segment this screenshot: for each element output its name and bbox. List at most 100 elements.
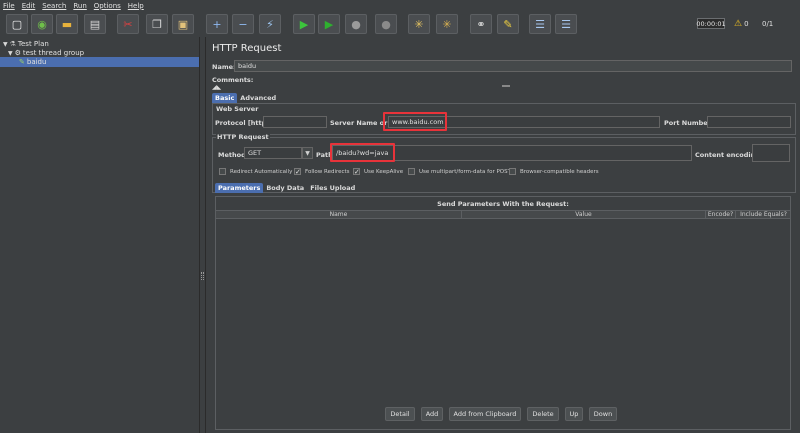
column-encode[interactable]: Encode? xyxy=(706,211,736,219)
redirect-auto-checkbox[interactable] xyxy=(219,168,226,175)
multipart-checkbox[interactable] xyxy=(408,168,415,175)
copy-icon: ❐ xyxy=(152,17,162,31)
tab-advanced[interactable]: Advanced xyxy=(237,93,279,103)
name-label: Name: xyxy=(212,63,236,71)
toolbar: 00:00:01 ⚠ 0 0/1 ▢ ◉ ▬ ▤ ✂ ❐ ▣ + − ⚡ ▶ ▶ ● ● ✳ ✳ ⚭ ✎ ☰ ☰ xyxy=(0,12,800,38)
thread-group-icon: ⚙ xyxy=(14,49,21,57)
server-name-input[interactable]: www.baidu.com xyxy=(388,116,660,128)
start-no-pauses-icon: ▶ xyxy=(324,17,334,31)
new-button[interactable]: ▢ xyxy=(6,14,28,34)
parameters-table: Send Parameters With the Request: Name V… xyxy=(215,196,791,430)
web-server-label: Web Server xyxy=(216,105,259,113)
menu-run[interactable]: Run xyxy=(73,2,86,10)
toggle-button[interactable]: ⚡ xyxy=(259,14,281,34)
function-helper-icon: ☰ xyxy=(535,17,545,31)
expand-icon: + xyxy=(212,17,222,31)
menu-search[interactable]: Search xyxy=(42,2,66,10)
paste-button[interactable]: ▣ xyxy=(172,14,194,34)
open-icon: ▬ xyxy=(61,17,73,31)
save-button[interactable]: ▤ xyxy=(84,14,106,34)
stop-button[interactable]: ● xyxy=(345,14,367,34)
path-input[interactable]: /baidu?wd=java xyxy=(332,145,692,161)
sampler-icon: ✎ xyxy=(19,58,25,66)
start-no-pauses-button[interactable]: ▶ xyxy=(318,14,340,34)
expand-comments-icon[interactable]: ◢◣ xyxy=(212,84,221,91)
tree-item-baidu[interactable]: ✎ baidu xyxy=(0,57,199,67)
comments-resize-handle[interactable] xyxy=(502,85,510,87)
chevron-down-icon[interactable]: ▼ xyxy=(302,147,313,159)
redirect-auto-label: Redirect Automatically xyxy=(230,169,293,175)
parameter-tabs: Parameters Body Data Files Upload xyxy=(215,183,358,193)
expanded-icon[interactable]: ▼ xyxy=(3,41,8,48)
up-button[interactable]: Up xyxy=(565,407,583,421)
help-button[interactable]: ☰ xyxy=(555,14,577,34)
reset-search-button[interactable]: ✎ xyxy=(497,14,519,34)
new-icon: ▢ xyxy=(11,17,23,31)
clear-all-button[interactable]: ✳ xyxy=(436,14,458,34)
port-input[interactable] xyxy=(707,116,791,128)
clear-button[interactable]: ✳ xyxy=(408,14,430,34)
menu-edit[interactable]: Edit xyxy=(22,2,36,10)
divider-grip[interactable] xyxy=(201,272,204,280)
shutdown-button[interactable]: ● xyxy=(375,14,397,34)
column-name[interactable]: Name xyxy=(216,211,462,219)
browser-headers-label: Browser-compatible headers xyxy=(520,169,599,175)
expand-button[interactable]: + xyxy=(206,14,228,34)
search-button[interactable]: ⚭ xyxy=(470,14,492,34)
collapse-icon: − xyxy=(238,17,248,31)
cut-button[interactable]: ✂ xyxy=(117,14,139,34)
column-value[interactable]: Value xyxy=(462,211,706,219)
templates-icon: ◉ xyxy=(37,17,47,31)
help-icon: ☰ xyxy=(561,17,571,31)
method-select[interactable]: GET xyxy=(244,147,302,159)
table-header: Name Value Encode? Include Equals? xyxy=(216,210,790,219)
name-input[interactable]: baidu xyxy=(234,60,792,72)
warning-icon: ⚠ xyxy=(734,19,743,29)
shutdown-icon: ● xyxy=(381,17,391,31)
search-icon: ⚭ xyxy=(476,17,486,31)
add-from-clipboard-button[interactable]: Add from Clipboard xyxy=(449,407,521,421)
add-button[interactable]: Add xyxy=(421,407,443,421)
menu-help[interactable]: Help xyxy=(128,2,144,10)
warning-count: 0 xyxy=(744,20,749,28)
clear-all-icon: ✳ xyxy=(442,17,452,31)
open-button[interactable]: ▬ xyxy=(56,14,78,34)
down-button[interactable]: Down xyxy=(589,407,617,421)
panel-title: HTTP Request xyxy=(212,43,282,54)
tab-files-upload[interactable]: Files Upload xyxy=(307,183,358,193)
follow-redirects-checkbox[interactable]: ✓ xyxy=(294,168,301,176)
thread-count: 0/1 xyxy=(762,20,774,28)
table-title: Send Parameters With the Request: xyxy=(437,200,569,208)
comments-label: Comments: xyxy=(212,76,254,84)
http-request-panel: HTTP Request Name: baidu Comments: ◢◣ Ba… xyxy=(206,37,800,433)
paste-icon: ▣ xyxy=(177,17,189,31)
browser-headers-checkbox[interactable] xyxy=(509,168,516,175)
elapsed-timer: 00:00:01 xyxy=(696,18,726,29)
detail-button[interactable]: Detail xyxy=(385,407,415,421)
config-tabs: Basic Advanced xyxy=(212,93,279,103)
reset-search-icon: ✎ xyxy=(503,17,513,31)
menu-options[interactable]: Options xyxy=(94,2,121,10)
function-helper-button[interactable]: ☰ xyxy=(529,14,551,34)
collapse-button[interactable]: − xyxy=(232,14,254,34)
content-encoding-input[interactable] xyxy=(752,144,790,162)
copy-button[interactable]: ❐ xyxy=(146,14,168,34)
tab-parameters[interactable]: Parameters xyxy=(215,183,264,193)
start-button[interactable]: ▶ xyxy=(293,14,315,34)
test-plan-icon: ⚗ xyxy=(9,40,16,48)
keepalive-checkbox[interactable]: ✓ xyxy=(353,168,360,176)
stop-icon: ● xyxy=(351,17,361,31)
column-include-equals[interactable]: Include Equals? xyxy=(737,211,790,219)
protocol-input[interactable] xyxy=(263,116,327,128)
keepalive-label: Use KeepAlive xyxy=(364,169,404,175)
expanded-icon[interactable]: ▼ xyxy=(8,50,13,57)
warning-indicator[interactable]: ⚠ 0 xyxy=(734,17,749,31)
tab-basic[interactable]: Basic xyxy=(212,93,238,103)
delete-button[interactable]: Delete xyxy=(527,407,559,421)
menu-file[interactable]: File xyxy=(3,2,15,10)
method-value: GET xyxy=(248,149,262,157)
cut-icon: ✂ xyxy=(123,17,133,31)
tab-body-data[interactable]: Body Data xyxy=(263,183,307,193)
templates-button[interactable]: ◉ xyxy=(31,14,53,34)
follow-redirects-label: Follow Redirects xyxy=(305,169,350,175)
